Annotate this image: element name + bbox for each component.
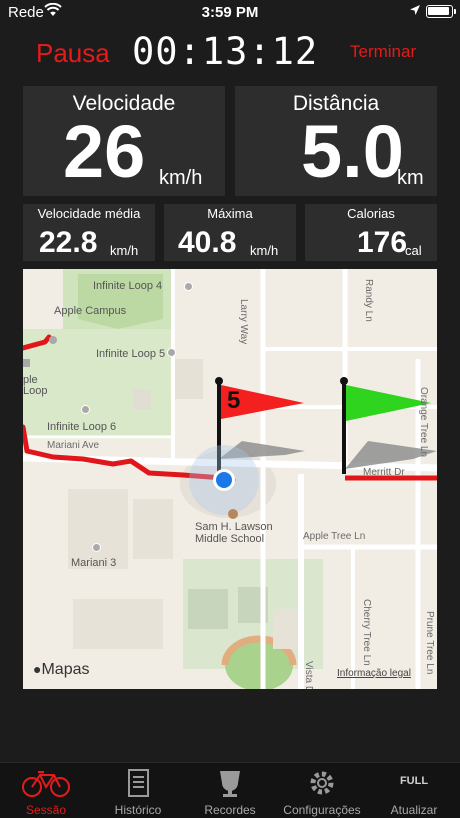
tab-history[interactable]: Histórico [92, 763, 184, 818]
tab-update-label: Atualizar [390, 803, 438, 817]
bicycle-icon [22, 771, 70, 797]
location-arrow-icon [410, 5, 420, 15]
tab-session[interactable]: Sessão [0, 763, 92, 818]
full-text-icon: FULL [399, 775, 429, 787]
avg-speed-value: 22.8 [39, 226, 98, 259]
place-pin-infinite-loop-5 [167, 348, 176, 357]
distance-tile: Distância 5.0 km [235, 86, 437, 196]
status-bar: Rede 3:59 PM [0, 0, 460, 24]
speed-tile: Velocidade 26 km/h [23, 86, 225, 196]
avg-speed-tile: Velocidade média 22.8 km/h [23, 204, 155, 261]
trophy-icon [220, 771, 240, 797]
tab-update[interactable]: FULL Atualizar [368, 763, 460, 818]
finish-button[interactable]: Terminar [350, 42, 416, 62]
battery-tip [454, 9, 456, 14]
place-partial-name-2: Loop [23, 385, 48, 397]
calories-tile: Calorias 176 cal [305, 204, 437, 261]
place-pin-infinite-loop-4 [184, 282, 193, 291]
legal-link[interactable]: Informação legal [337, 668, 411, 679]
tab-records[interactable]: Recordes [184, 763, 276, 818]
speed-unit: km/h [159, 167, 203, 189]
street-cherry-tree-ln: Cherry Tree Ln [361, 599, 372, 666]
notebook-icon [128, 769, 149, 797]
map-canvas [23, 269, 437, 689]
battery-icon [426, 5, 453, 18]
max-speed-unit: km/h [250, 243, 279, 258]
distance-unit: km [397, 167, 424, 189]
place-infinite-loop-4: Infinite Loop 4 [93, 280, 163, 292]
place-school-line-1: Sam H. Lawson [195, 521, 273, 533]
tab-bar: Sessão Histórico Recordes Configurações … [0, 762, 460, 818]
distance-value: 5.0 [301, 110, 404, 193]
gear-icon [310, 771, 334, 795]
place-pin-infinite-loop-6 [81, 405, 90, 414]
street-vista-dr: Vista Dr [303, 661, 314, 689]
tab-records-label: Recordes [204, 803, 256, 817]
tab-session-label: Sessão [25, 803, 67, 817]
maps-logo: ●Mapas [33, 661, 90, 679]
session-timer: 00:13:12 [132, 30, 319, 73]
max-speed-value: 40.8 [178, 226, 237, 259]
tab-history-label: Histórico [114, 803, 162, 817]
place-pin-mariani-3 [92, 543, 101, 552]
place-apple-campus: Apple Campus [54, 305, 127, 317]
street-orange-tree-ln: Orange Tree Ln [418, 387, 429, 458]
tab-settings-label: Configurações [283, 803, 361, 817]
flag-lap-number: 5 [227, 387, 241, 414]
avg-speed-unit: km/h [110, 243, 139, 258]
street-larry-way: Larry Way [238, 299, 249, 345]
place-school-line-2: Middle School [195, 533, 265, 545]
session-controls: Pausa 00:13:12 Terminar [0, 30, 460, 73]
calories-label: Calorias [347, 206, 395, 221]
maps-logo-text: Mapas [41, 661, 90, 678]
calories-unit: cal [405, 243, 422, 258]
place-infinite-loop-5: Infinite Loop 5 [96, 348, 166, 360]
place-mariani-3: Mariani 3 [71, 557, 117, 569]
route-map[interactable]: 5 Infinite Loop 4 Apple Campus Infinite … [23, 269, 437, 689]
street-prune-tree-ln: Prune Tree Ln [424, 611, 435, 675]
street-apple-tree-ln: Apple Tree Ln [303, 531, 366, 542]
max-speed-label: Máxima [207, 206, 253, 221]
max-speed-tile: Máxima 40.8 km/h [164, 204, 296, 261]
pause-button[interactable]: Pausa [36, 38, 110, 69]
street-randy-ln: Randy Ln [363, 279, 374, 322]
avg-speed-label: Velocidade média [37, 206, 141, 221]
speed-value: 26 [63, 110, 146, 193]
status-time: 3:59 PM [201, 4, 259, 21]
street-merritt-dr: Merritt Dr [363, 467, 405, 478]
street-mariani-ave: Mariani Ave [47, 440, 100, 451]
tab-settings[interactable]: Configurações [276, 763, 368, 818]
calories-value: 176 [357, 226, 408, 259]
place-infinite-loop-6: Infinite Loop 6 [47, 421, 117, 433]
